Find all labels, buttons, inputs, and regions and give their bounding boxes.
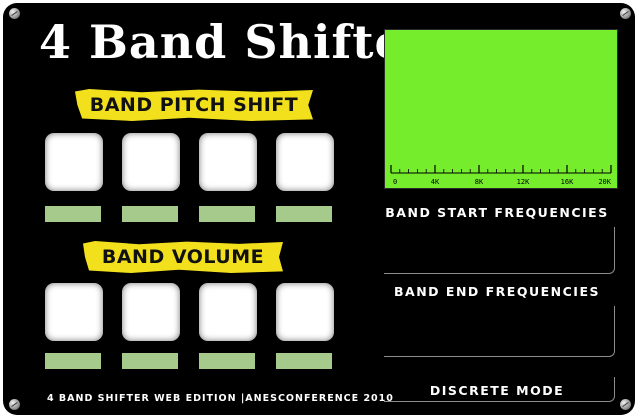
band-start-input[interactable] — [384, 227, 615, 274]
axis-tick-label: 12K — [517, 178, 530, 186]
axis-tick-label: 16K — [561, 178, 574, 186]
pitch-band-1-fader[interactable] — [45, 206, 101, 222]
screw-bottom-right — [620, 399, 631, 410]
footer-credit: 4 BAND SHIFTER WEB EDITION |ANESCONFEREN… — [47, 393, 394, 404]
spectrum-display: 0 4K 8K 12K 16K 20K — [384, 29, 618, 189]
volume-band-2-fader[interactable] — [122, 353, 178, 369]
discrete-mode-toggle[interactable] — [384, 377, 615, 402]
band-end-input[interactable] — [384, 306, 615, 357]
screw-top-left — [9, 8, 20, 19]
volume-heading: BAND VOLUME — [83, 241, 283, 273]
screw-bottom-left — [9, 399, 20, 410]
volume-band-1-knob[interactable] — [45, 283, 103, 341]
pitch-band-3-knob[interactable] — [199, 133, 257, 191]
volume-band-3-knob[interactable] — [199, 283, 257, 341]
volume-band-4-fader[interactable] — [276, 353, 332, 369]
pitch-band-2-knob[interactable] — [122, 133, 180, 191]
pitch-band-4-fader[interactable] — [276, 206, 332, 222]
band-start-label: BAND START FREQUENCIES — [385, 205, 609, 220]
spectrum-axis: 0 4K 8K 12K 16K 20K — [390, 165, 612, 186]
pitch-band-4-knob[interactable] — [276, 133, 334, 191]
band-end-label: BAND END FREQUENCIES — [394, 284, 600, 299]
app-title: 4 Band Shifter — [39, 15, 431, 69]
axis-tick-label: 8K — [475, 178, 484, 186]
pitch-band-2-fader[interactable] — [122, 206, 178, 222]
pitch-shift-heading: BAND PITCH SHIFT — [75, 89, 313, 121]
pitch-band-1-knob[interactable] — [45, 133, 103, 191]
axis-tick-label: 0 — [393, 178, 397, 186]
volume-band-4-knob[interactable] — [276, 283, 334, 341]
axis-tick-label: 4K — [431, 178, 440, 186]
screw-top-right — [620, 8, 631, 19]
volume-band-1-fader[interactable] — [45, 353, 101, 369]
axis-tick-label: 20K — [598, 178, 611, 186]
volume-band-2-knob[interactable] — [122, 283, 180, 341]
volume-band-3-fader[interactable] — [199, 353, 255, 369]
pitch-band-3-fader[interactable] — [199, 206, 255, 222]
app-panel: 4 Band Shifter BAND PITCH SHIFT BAND VOL… — [3, 3, 635, 415]
